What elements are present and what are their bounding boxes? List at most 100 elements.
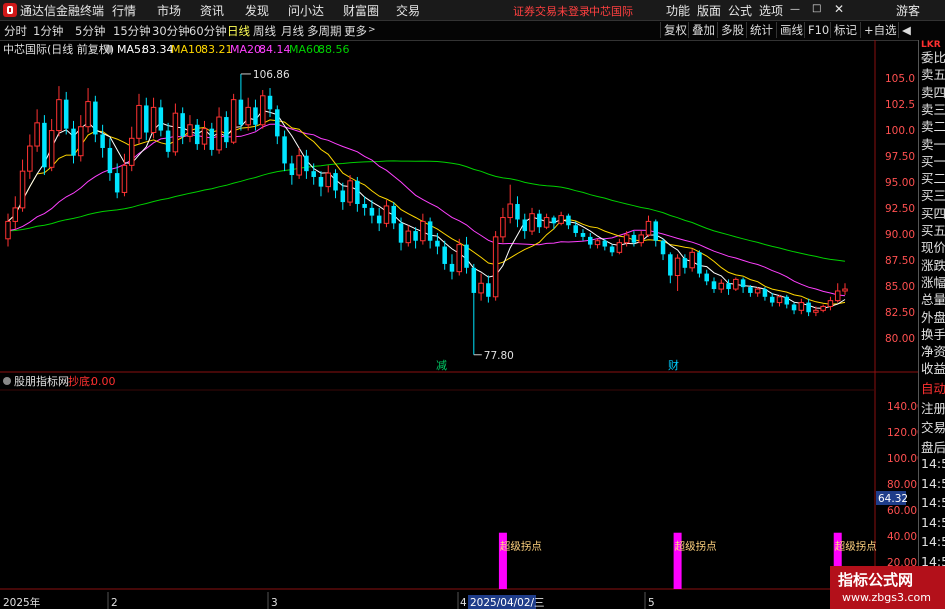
candle[interactable]	[588, 233, 593, 249]
candle[interactable]	[275, 105, 280, 145]
chevron-right-icon[interactable]: >	[368, 25, 376, 35]
candle[interactable]	[718, 279, 725, 293]
candle[interactable]	[238, 73, 244, 131]
candle[interactable]	[798, 298, 805, 315]
candle[interactable]	[216, 107, 222, 154]
candle[interactable]	[420, 213, 426, 245]
menu-wenxiaoda[interactable]: 问小达	[288, 2, 324, 19]
candle[interactable]	[201, 120, 208, 150]
candle[interactable]	[333, 169, 338, 199]
menu-xuanxiang[interactable]: 选项	[759, 2, 783, 19]
menu-zixun[interactable]: 资讯	[200, 2, 224, 19]
candle[interactable]	[48, 118, 55, 172]
candle[interactable]	[289, 155, 295, 185]
candle[interactable]	[362, 196, 367, 216]
candle[interactable]	[42, 115, 47, 176]
tongji-button[interactable]: 统计	[746, 22, 776, 38]
candle[interactable]	[537, 209, 542, 234]
candle[interactable]	[456, 238, 463, 276]
candle[interactable]	[347, 175, 353, 206]
minimize-icon[interactable]: —	[790, 4, 800, 15]
candle[interactable]	[806, 298, 811, 317]
candle[interactable]	[340, 182, 346, 210]
period-multi[interactable]: 多周期	[307, 23, 342, 39]
candle[interactable]	[304, 149, 309, 179]
candle[interactable]	[144, 97, 149, 141]
menu-hangqing[interactable]: 行情	[112, 2, 136, 19]
menu-shichang[interactable]: 市场	[157, 2, 181, 19]
huaxian-button[interactable]: 画线	[776, 22, 806, 38]
candle[interactable]	[107, 138, 113, 181]
candle[interactable]	[427, 217, 433, 249]
candle[interactable]	[56, 86, 62, 137]
event-marker-cai[interactable]: 财	[668, 358, 679, 372]
period-weekly[interactable]: 周线	[253, 23, 276, 39]
menu-gongneng[interactable]: 功能	[666, 2, 690, 19]
candle[interactable]	[631, 231, 637, 247]
candle[interactable]	[820, 304, 826, 313]
candle[interactable]	[128, 126, 135, 172]
indicator-toggle-icon[interactable]	[3, 377, 11, 385]
duogu-button[interactable]: 多股	[717, 22, 747, 38]
candle[interactable]	[580, 229, 586, 241]
add-watchlist-button[interactable]: +自选	[860, 22, 900, 38]
menu-faxian[interactable]: 发现	[245, 2, 269, 19]
period-15min[interactable]: 15分钟	[113, 23, 151, 39]
candle[interactable]	[638, 231, 644, 247]
candle[interactable]	[653, 219, 659, 247]
period-daily[interactable]: 日线	[227, 23, 250, 39]
biaoji-button[interactable]: 标记	[830, 22, 860, 38]
period-more[interactable]: 更多	[344, 23, 367, 39]
candle[interactable]	[616, 238, 623, 255]
candle[interactable]	[784, 294, 790, 309]
event-marker-jian[interactable]: 减	[436, 359, 447, 372]
candle[interactable]	[405, 225, 412, 247]
user-name[interactable]: 游客	[896, 2, 920, 19]
candle[interactable]	[93, 95, 98, 143]
candle[interactable]	[827, 296, 834, 311]
kline-chart[interactable]: 中芯国际(日线 前复权) MA5: 83.34 MA10: 83.21 MA20…	[0, 40, 918, 609]
menu-caifuquan[interactable]: 财富圈	[343, 2, 379, 19]
candle[interactable]	[413, 227, 418, 249]
candle[interactable]	[486, 275, 491, 303]
candle[interactable]	[660, 238, 666, 261]
candle[interactable]	[515, 196, 520, 228]
candle[interactable]	[776, 294, 783, 307]
candle[interactable]	[754, 287, 761, 297]
menu-jiaoyi[interactable]: 交易	[396, 2, 420, 19]
candle[interactable]	[5, 213, 11, 247]
candle[interactable]	[668, 252, 673, 284]
candle[interactable]	[194, 118, 200, 150]
candle[interactable]	[674, 254, 681, 291]
candle[interactable]	[529, 207, 535, 235]
candle[interactable]	[478, 273, 484, 301]
candle[interactable]	[449, 254, 455, 280]
candle[interactable]	[543, 213, 550, 230]
candle[interactable]	[376, 207, 382, 232]
period-30min[interactable]: 30分钟	[152, 23, 190, 39]
candle[interactable]	[259, 89, 266, 129]
candle[interactable]	[136, 93, 142, 145]
candle[interactable]	[507, 184, 513, 224]
candle[interactable]	[172, 103, 179, 156]
candle[interactable]	[369, 200, 375, 224]
candle[interactable]	[391, 202, 397, 230]
candle[interactable]	[355, 176, 360, 212]
fuquan-button[interactable]: 复权	[660, 22, 690, 38]
period-1min[interactable]: 1分钟	[33, 23, 63, 39]
candle[interactable]	[609, 244, 615, 257]
period-monthly[interactable]: 月线	[281, 23, 304, 39]
candle[interactable]	[689, 248, 695, 272]
candle[interactable]	[558, 211, 564, 226]
candle[interactable]	[566, 213, 571, 230]
candle[interactable]	[245, 97, 251, 131]
candle[interactable]	[165, 122, 171, 158]
candle[interactable]	[522, 213, 528, 239]
candle[interactable]	[733, 277, 739, 291]
candle[interactable]	[704, 269, 709, 286]
period-5min[interactable]: 5分钟	[75, 23, 105, 39]
candle[interactable]	[282, 130, 287, 172]
candle[interactable]	[711, 277, 717, 293]
diejia-button[interactable]: 叠加	[688, 22, 718, 38]
menu-gongshi[interactable]: 公式	[728, 2, 752, 19]
